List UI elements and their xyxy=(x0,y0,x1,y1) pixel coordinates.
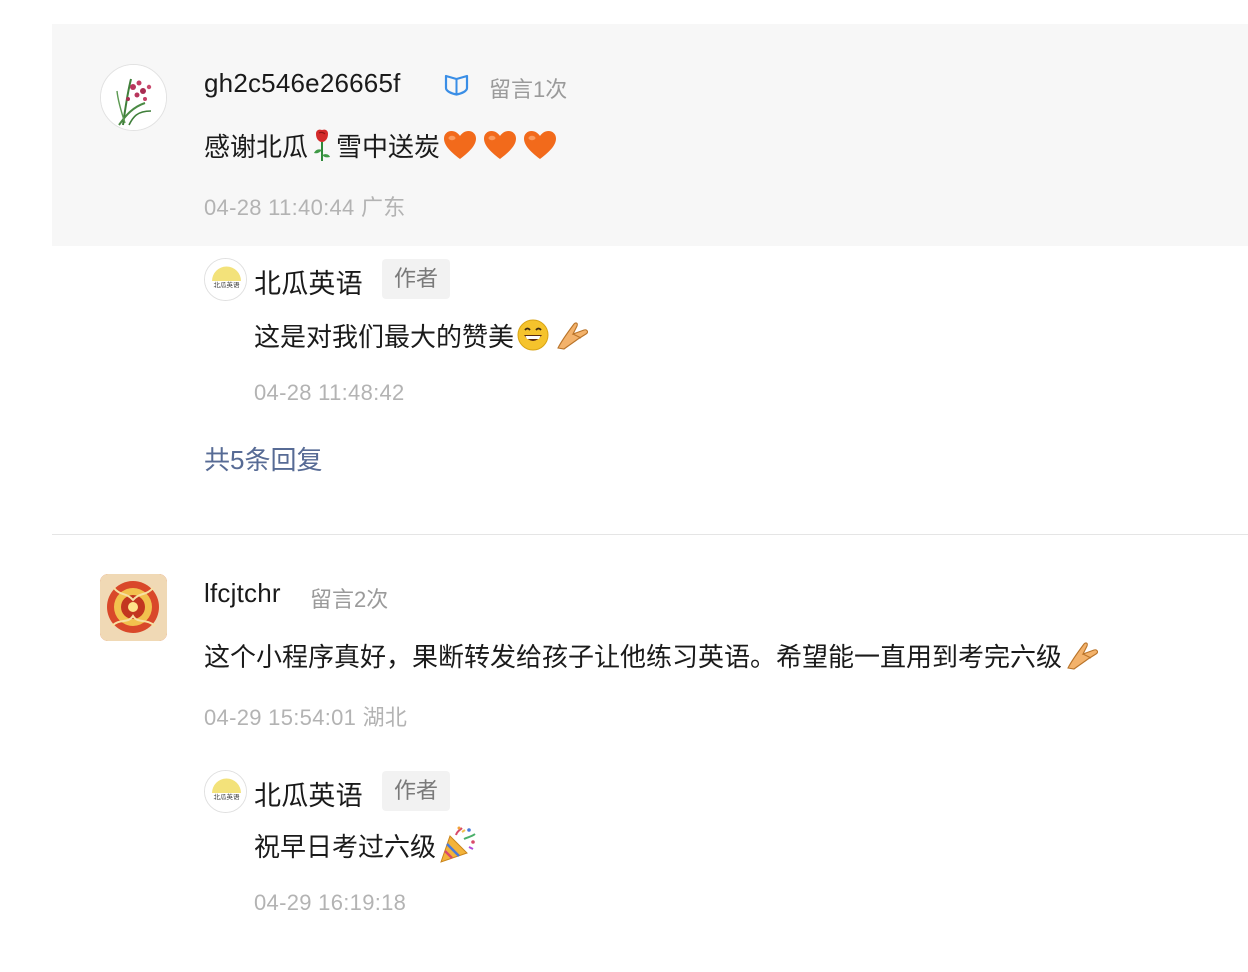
grinning-face-icon xyxy=(517,319,549,351)
pinching-hand-icon xyxy=(557,322,589,350)
reply-content: 这是对我们最大的赞美 xyxy=(254,316,594,354)
comment-count-label: 留言2次 xyxy=(310,587,389,612)
author-badge: 作者 xyxy=(382,259,451,299)
comment-author-name[interactable]: lfcjtchr xyxy=(204,578,281,609)
comment-count-label: 留言1次 xyxy=(489,77,568,102)
view-all-replies-link[interactable]: 共5条回复 xyxy=(204,440,322,477)
comment-content: 这个小程序真好，果断转发给孩子让他练习英语。希望能一直用到考完六级 xyxy=(204,636,1104,674)
pinching-hand-icon xyxy=(1067,642,1099,670)
beigua-logo-icon: 北瓜英语 xyxy=(205,771,246,812)
svg-text:北瓜英语: 北瓜英语 xyxy=(214,792,241,801)
reply-text: 祝早日考过六级 xyxy=(254,831,437,862)
comment-author-name[interactable]: gh2c546e26665f xyxy=(204,68,401,99)
festive-illustration-icon xyxy=(100,574,167,641)
orchid-icon xyxy=(101,65,166,130)
author-avatar[interactable]: 北瓜英语 xyxy=(204,258,247,301)
comment-text-part: 感谢北瓜 xyxy=(204,131,309,162)
comment-content: 感谢北瓜 雪中送炭 xyxy=(204,126,560,164)
reply-author-name[interactable]: 北瓜英语 xyxy=(254,262,363,301)
reply-author-name[interactable]: 北瓜英语 xyxy=(254,774,363,813)
beigua-logo-icon: 北瓜英语 xyxy=(205,259,246,300)
reply-timestamp: 04-29 16:19:18 xyxy=(254,890,407,915)
orange-heart-icon xyxy=(484,131,517,159)
user-avatar-illustration[interactable] xyxy=(100,574,167,641)
party-popper-icon xyxy=(440,826,476,863)
comment-text-part: 雪中送炭 xyxy=(336,131,441,162)
user-avatar-orchid[interactable] xyxy=(100,64,167,131)
orange-heart-icon xyxy=(444,131,477,159)
author-avatar[interactable]: 北瓜英语 xyxy=(204,770,247,813)
rose-icon xyxy=(314,129,331,161)
comment-timestamp-location: 04-28 11:40:44 广东 xyxy=(204,195,406,220)
verified-badge-icon xyxy=(444,74,469,96)
comment-timestamp-location: 04-29 15:54:01 湖北 xyxy=(204,705,408,730)
reply-timestamp: 04-28 11:48:42 xyxy=(254,380,405,405)
reply-text: 这是对我们最大的赞美 xyxy=(254,321,515,352)
author-badge: 作者 xyxy=(382,771,451,811)
comment-list: gh2c546e26665f 留言1次 感谢北瓜 雪中送炭 04-28 11:4… xyxy=(0,0,1248,972)
comment-divider xyxy=(52,534,1248,535)
comment-text: 这个小程序真好，果断转发给孩子让他练习英语。希望能一直用到考完六级 xyxy=(204,641,1063,672)
orange-heart-icon xyxy=(524,131,557,159)
svg-text:北瓜英语: 北瓜英语 xyxy=(214,280,241,289)
reply-content: 祝早日考过六级 xyxy=(254,826,480,864)
